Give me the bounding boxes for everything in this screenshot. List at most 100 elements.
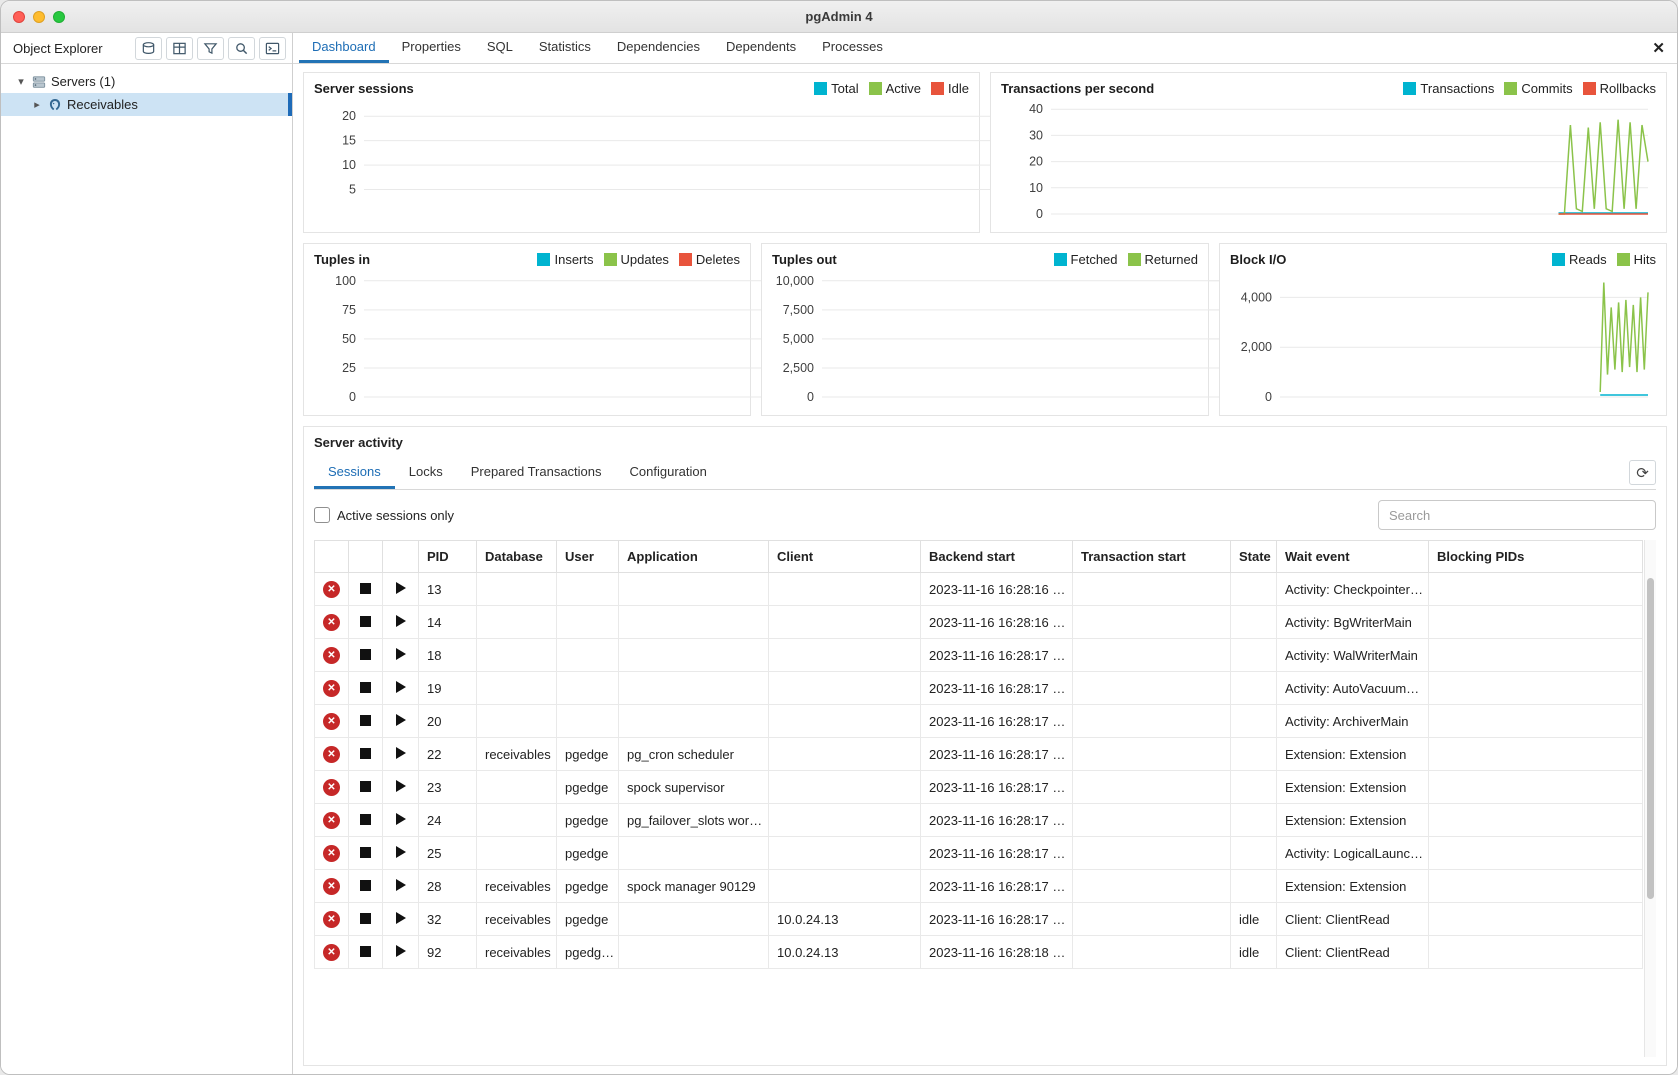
cancel-cell: ✕ — [315, 804, 349, 837]
cell-application — [619, 705, 769, 738]
cancel-session-icon[interactable]: ✕ — [323, 944, 340, 961]
session-details-icon[interactable] — [396, 681, 406, 693]
session-details-icon[interactable] — [396, 747, 406, 759]
tree-item-receivables[interactable]: ▸ Receivables — [1, 93, 292, 116]
cell-backend-start: 2023-11-16 16:28:18 … — [921, 936, 1073, 969]
search-icon[interactable] — [228, 37, 255, 60]
session-details-icon[interactable] — [396, 846, 406, 858]
cancel-session-icon[interactable]: ✕ — [323, 614, 340, 631]
svg-text:7,500: 7,500 — [783, 303, 814, 317]
terminate-session-icon[interactable] — [360, 715, 371, 726]
subtab-locks[interactable]: Locks — [395, 456, 457, 489]
terminate-session-icon[interactable] — [360, 847, 371, 858]
subtab-configuration[interactable]: Configuration — [616, 456, 721, 489]
svg-text:15: 15 — [342, 134, 356, 148]
subtab-sessions[interactable]: Sessions — [314, 456, 395, 489]
session-details-icon[interactable] — [396, 813, 406, 825]
column-header-backend-start: Backend start — [921, 541, 1073, 573]
cancel-session-icon[interactable]: ✕ — [323, 878, 340, 895]
session-details-icon[interactable] — [396, 780, 406, 792]
active-sessions-checkbox[interactable] — [314, 507, 330, 523]
terminate-session-icon[interactable] — [360, 880, 371, 891]
cancel-session-icon[interactable]: ✕ — [323, 647, 340, 664]
tab-dependencies[interactable]: Dependencies — [604, 33, 713, 63]
session-details-icon[interactable] — [396, 879, 406, 891]
chevron-right-icon[interactable]: ▸ — [31, 98, 43, 111]
tree-item-servers[interactable]: ▾ Servers (1) — [1, 70, 292, 93]
terminate-cell — [349, 606, 383, 639]
table-scrollbar-thumb[interactable] — [1647, 578, 1654, 899]
tuples-in-legend: InsertsUpdatesDeletes — [537, 252, 740, 267]
cancel-session-icon[interactable]: ✕ — [323, 845, 340, 862]
table-icon[interactable] — [166, 37, 193, 60]
transactions-per-second-series-commits — [1559, 120, 1649, 214]
terminate-session-icon[interactable] — [360, 616, 371, 627]
table-row: ✕25pgedge2023-11-16 16:28:17 …Activity: … — [315, 837, 1643, 870]
terminate-session-icon[interactable] — [360, 649, 371, 660]
cell-user: pgedge — [557, 771, 619, 804]
cancel-session-icon[interactable]: ✕ — [323, 680, 340, 697]
terminate-session-icon[interactable] — [360, 682, 371, 693]
tab-dependents[interactable]: Dependents — [713, 33, 809, 63]
legend-label-reads: Reads — [1569, 252, 1607, 267]
terminal-icon[interactable] — [259, 37, 286, 60]
refresh-icon[interactable]: ⟳ — [1629, 460, 1656, 485]
cancel-session-icon[interactable]: ✕ — [323, 779, 340, 796]
legend-swatch-deletes — [679, 253, 692, 266]
subtab-prepared-transactions[interactable]: Prepared Transactions — [457, 456, 616, 489]
session-details-icon[interactable] — [396, 615, 406, 627]
session-search-input[interactable] — [1378, 500, 1656, 530]
legend-item-fetched: Fetched — [1054, 252, 1118, 267]
cell-state — [1231, 705, 1277, 738]
transactions-per-second-header: Transactions per secondTransactionsCommi… — [1001, 81, 1656, 96]
terminate-session-icon[interactable] — [360, 814, 371, 825]
cell-backend-start: 2023-11-16 16:28:17 … — [921, 705, 1073, 738]
cell-pid: 24 — [419, 804, 477, 837]
cancel-session-icon[interactable]: ✕ — [323, 713, 340, 730]
cell-client — [769, 672, 921, 705]
legend-label-deletes: Deletes — [696, 252, 740, 267]
close-panel-icon[interactable]: ✕ — [1652, 33, 1665, 63]
tab-sql[interactable]: SQL — [474, 33, 526, 63]
chevron-down-icon[interactable]: ▾ — [15, 75, 27, 88]
cancel-session-icon[interactable]: ✕ — [323, 911, 340, 928]
cell-pid: 14 — [419, 606, 477, 639]
cell-wait-event: Extension: Extension — [1277, 771, 1429, 804]
cell-state — [1231, 672, 1277, 705]
active-sessions-only-toggle[interactable]: Active sessions only — [314, 507, 454, 523]
session-details-icon[interactable] — [396, 648, 406, 660]
legend-item-returned: Returned — [1128, 252, 1198, 267]
cancel-session-icon[interactable]: ✕ — [323, 812, 340, 829]
terminate-session-icon[interactable] — [360, 781, 371, 792]
session-details-icon[interactable] — [396, 714, 406, 726]
session-details-icon[interactable] — [396, 582, 406, 594]
table-scrollbar[interactable] — [1644, 540, 1656, 1057]
terminate-session-icon[interactable] — [360, 748, 371, 759]
legend-item-reads: Reads — [1552, 252, 1607, 267]
session-details-icon[interactable] — [396, 912, 406, 924]
database-icon[interactable] — [135, 37, 162, 60]
cell-wait-event: Extension: Extension — [1277, 804, 1429, 837]
terminate-session-icon[interactable] — [360, 913, 371, 924]
close-window-button[interactable] — [13, 11, 25, 23]
terminate-session-icon[interactable] — [360, 583, 371, 594]
cell-pid: 28 — [419, 870, 477, 903]
zoom-window-button[interactable] — [53, 11, 65, 23]
minimize-window-button[interactable] — [33, 11, 45, 23]
cell-wait-event: Activity: ArchiverMain — [1277, 705, 1429, 738]
tab-dashboard[interactable]: Dashboard — [299, 33, 389, 63]
svg-text:75: 75 — [342, 303, 356, 317]
cancel-session-icon[interactable]: ✕ — [323, 746, 340, 763]
tuples-out-title: Tuples out — [772, 252, 837, 267]
tab-statistics[interactable]: Statistics — [526, 33, 604, 63]
tab-processes[interactable]: Processes — [809, 33, 896, 63]
filter-icon[interactable] — [197, 37, 224, 60]
cancel-session-icon[interactable]: ✕ — [323, 581, 340, 598]
cell-client — [769, 837, 921, 870]
cell-pid: 22 — [419, 738, 477, 771]
terminate-session-icon[interactable] — [360, 946, 371, 957]
cell-transaction-start — [1073, 606, 1231, 639]
session-details-icon[interactable] — [396, 945, 406, 957]
tab-properties[interactable]: Properties — [389, 33, 474, 63]
tuples-out-header: Tuples out Fetched Returned — [772, 252, 1198, 267]
